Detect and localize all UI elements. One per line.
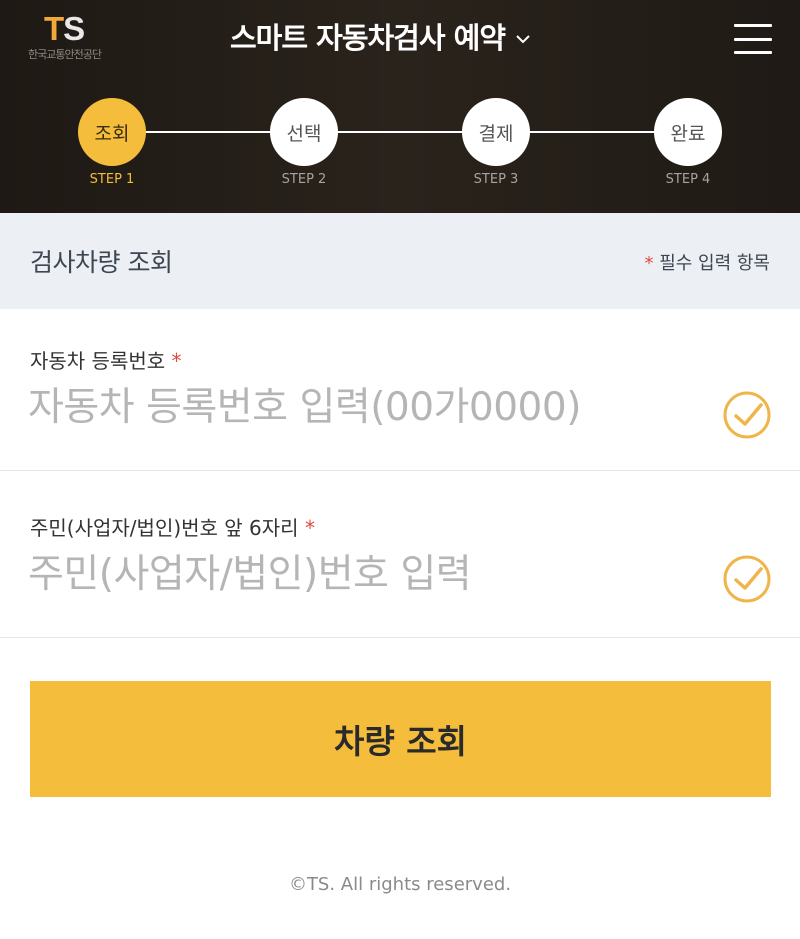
- menu-bar: [734, 37, 772, 41]
- logo-mark-t: T: [44, 10, 64, 47]
- step-3-caption: STEP 3: [473, 172, 519, 187]
- plate-number-label: 자동차 등록번호 *: [30, 345, 182, 374]
- app-header: TS 한국교통안전공단 스마트 자동차검사 예약 조회 STEP 1 선택 ST…: [0, 0, 800, 213]
- step-4-caption: STEP 4: [665, 172, 711, 187]
- check-circle-icon: [723, 555, 771, 603]
- logo-mark: TS: [44, 10, 85, 47]
- step-3: 결제 STEP 3: [436, 98, 556, 187]
- check-circle-icon: [723, 391, 771, 439]
- vehicle-search-button[interactable]: 차량 조회: [30, 681, 771, 797]
- required-star: *: [171, 349, 182, 373]
- step-2: 선택 STEP 2: [244, 98, 364, 187]
- required-star: *: [644, 253, 654, 274]
- step-1: 조회 STEP 1: [52, 98, 172, 187]
- step-1-caption: STEP 1: [89, 172, 135, 187]
- resident-number-label: 주민(사업자/법인)번호 앞 6자리 *: [30, 512, 315, 541]
- step-2-circle: 선택: [270, 98, 338, 166]
- ts-logo[interactable]: TS 한국교통안전공단: [28, 12, 138, 67]
- step-3-circle: 결제: [462, 98, 530, 166]
- footer-copyright: ©TS. All rights reserved.: [288, 874, 512, 895]
- service-title-dropdown[interactable]: 스마트 자동차검사 예약: [230, 14, 531, 58]
- chevron-down-icon: [516, 35, 530, 44]
- menu-bar: [734, 51, 772, 54]
- progress-stepper: 조회 STEP 1 선택 STEP 2 결제 STEP 3 완료 STEP 4: [0, 98, 800, 198]
- section-header: 검사차량 조회 * 필수 입력 항목: [0, 213, 800, 309]
- plate-number-field: 자동차 등록번호 *: [0, 309, 800, 471]
- logo-subtitle: 한국교통안전공단: [28, 48, 102, 61]
- hamburger-menu-icon[interactable]: [734, 24, 772, 54]
- step-2-caption: STEP 2: [281, 172, 327, 187]
- step-connector-line: [112, 131, 690, 133]
- plate-number-label-text: 자동차 등록번호: [30, 349, 166, 373]
- required-fields-note: * 필수 입력 항목: [644, 249, 770, 275]
- section-title: 검사차량 조회: [30, 248, 173, 277]
- required-star: *: [304, 516, 315, 540]
- menu-bar: [734, 24, 772, 27]
- step-4-circle: 완료: [654, 98, 722, 166]
- logo-mark-s: S: [63, 10, 85, 47]
- step-1-circle: 조회: [78, 98, 146, 166]
- page-title: 스마트 자동차검사 예약: [230, 21, 506, 55]
- plate-number-input[interactable]: [28, 377, 688, 437]
- resident-number-label-text: 주민(사업자/법인)번호 앞 6자리: [30, 516, 299, 540]
- resident-number-field: 주민(사업자/법인)번호 앞 6자리 *: [0, 476, 800, 638]
- required-note-text: 필수 입력 항목: [659, 253, 770, 274]
- resident-number-input[interactable]: [28, 544, 688, 604]
- step-4: 완료 STEP 4: [628, 98, 748, 187]
